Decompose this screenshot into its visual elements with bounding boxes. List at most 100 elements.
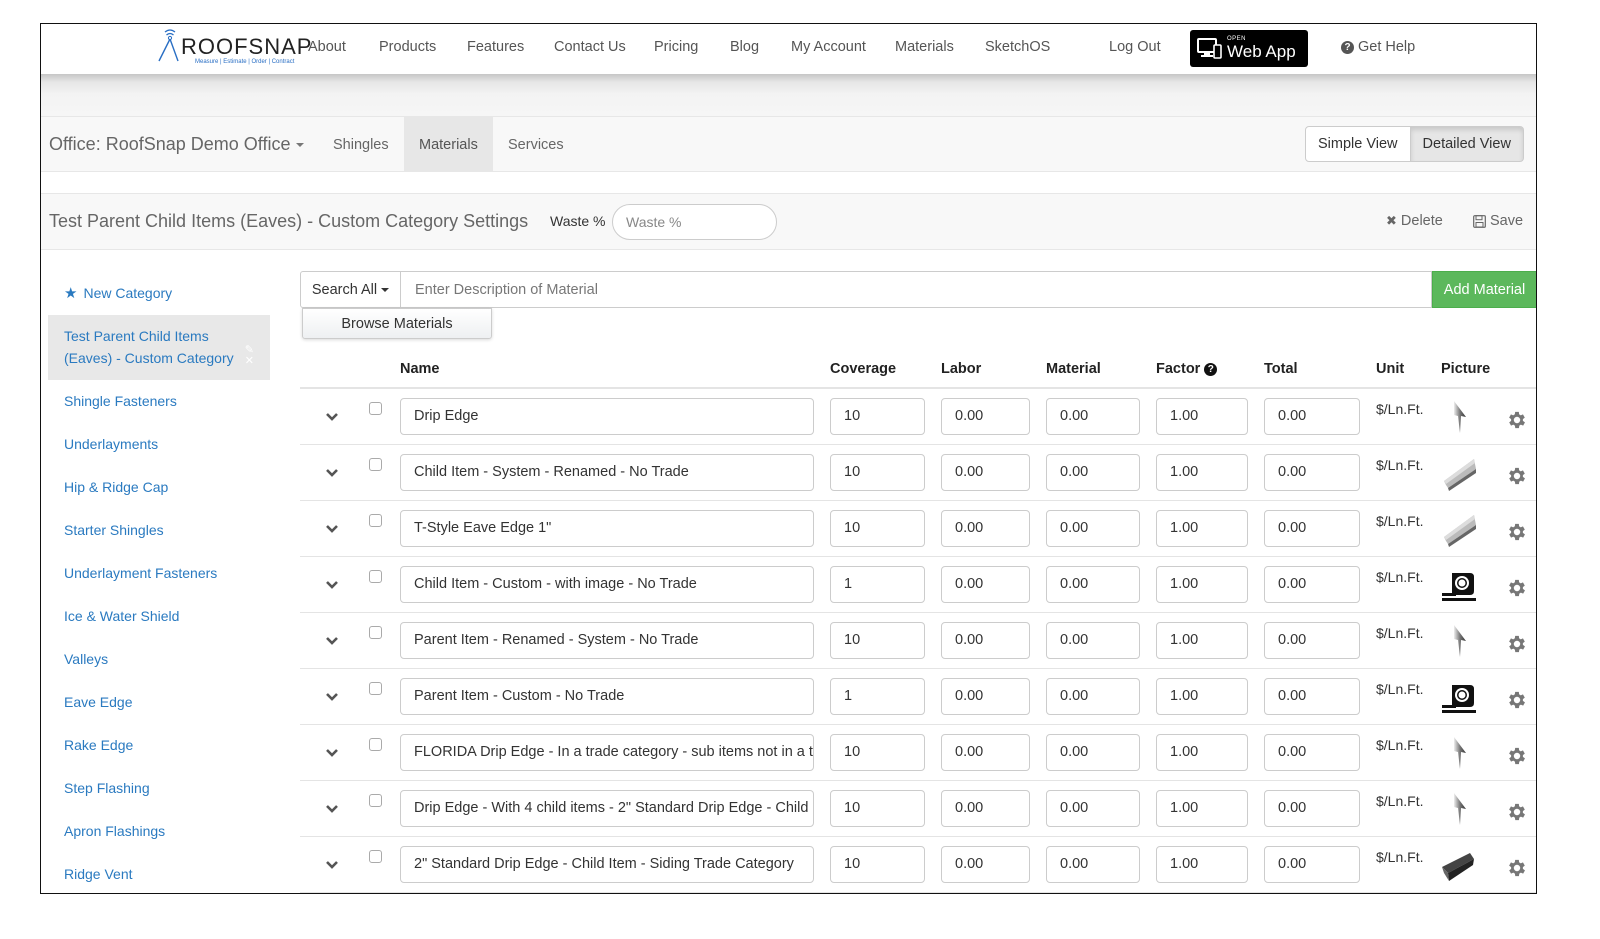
total-field[interactable]: 0.00 — [1264, 510, 1360, 547]
name-field[interactable]: 2" Standard Drip Edge - Child Item - Sid… — [400, 846, 814, 883]
material-picture[interactable] — [1440, 623, 1480, 659]
nav-log-out[interactable]: Log Out — [1109, 39, 1161, 55]
save-button[interactable]: Save — [1473, 213, 1523, 229]
factor-field[interactable]: 1.00 — [1156, 454, 1248, 491]
coverage-field[interactable]: 10 — [830, 510, 925, 547]
nav-contact-us[interactable]: Contact Us — [554, 39, 626, 55]
total-field[interactable]: 0.00 — [1264, 622, 1360, 659]
nav-features[interactable]: Features — [467, 39, 524, 55]
row-checkbox[interactable] — [369, 738, 382, 751]
labor-field[interactable]: 0.00 — [941, 398, 1030, 435]
chevron-down-icon[interactable] — [324, 857, 340, 873]
material-picture[interactable] — [1440, 399, 1480, 435]
gear-icon[interactable] — [1506, 633, 1528, 655]
sidebar-item-eave-edge[interactable]: Eave Edge — [48, 681, 270, 724]
labor-field[interactable]: 0.00 — [941, 734, 1030, 771]
factor-field[interactable]: 1.00 — [1156, 790, 1248, 827]
row-checkbox[interactable] — [369, 794, 382, 807]
coverage-field[interactable]: 10 — [830, 846, 925, 883]
material-field[interactable]: 0.00 — [1046, 454, 1140, 491]
name-field[interactable]: Parent Item - Renamed - System - No Trad… — [400, 622, 814, 659]
material-picture[interactable] — [1440, 791, 1480, 827]
material-field[interactable]: 0.00 — [1046, 846, 1140, 883]
sidebar-item-valleys[interactable]: Valleys — [48, 638, 270, 681]
coverage-field[interactable]: 10 — [830, 622, 925, 659]
coverage-field[interactable]: 1 — [830, 678, 925, 715]
material-picture[interactable] — [1440, 847, 1480, 883]
material-picture[interactable] — [1440, 567, 1480, 603]
material-picture[interactable] — [1440, 735, 1480, 771]
material-description-input[interactable] — [401, 271, 1432, 308]
total-field[interactable]: 0.00 — [1264, 734, 1360, 771]
gear-icon[interactable] — [1506, 577, 1528, 599]
nav-products[interactable]: Products — [379, 39, 436, 55]
chevron-down-icon[interactable] — [324, 409, 340, 425]
row-checkbox[interactable] — [369, 626, 382, 639]
sidebar-item-ridge-vent[interactable]: Ridge Vent — [48, 853, 270, 893]
get-help-link[interactable]: ? Get Help — [1341, 39, 1415, 55]
gear-icon[interactable] — [1506, 745, 1528, 767]
coverage-field[interactable]: 1 — [830, 566, 925, 603]
coverage-field[interactable]: 10 — [830, 790, 925, 827]
coverage-field[interactable]: 10 — [830, 454, 925, 491]
row-checkbox[interactable] — [369, 682, 382, 695]
factor-field[interactable]: 1.00 — [1156, 678, 1248, 715]
delete-button[interactable]: ✖ Delete — [1386, 213, 1443, 229]
total-field[interactable]: 0.00 — [1264, 454, 1360, 491]
material-picture[interactable] — [1440, 679, 1480, 715]
row-checkbox[interactable] — [369, 850, 382, 863]
nav-blog[interactable]: Blog — [730, 39, 759, 55]
gear-icon[interactable] — [1506, 689, 1528, 711]
chevron-down-icon[interactable] — [324, 689, 340, 705]
name-field[interactable]: Child Item - Custom - with image - No Tr… — [400, 566, 814, 603]
chevron-down-icon[interactable] — [324, 521, 340, 537]
material-picture[interactable] — [1440, 455, 1480, 491]
waste-percent-input[interactable] — [612, 204, 777, 240]
sidebar-item-starter-shingles[interactable]: Starter Shingles — [48, 509, 270, 552]
nav-pricing[interactable]: Pricing — [654, 39, 698, 55]
office-dropdown[interactable]: Office: RoofSnap Demo Office — [49, 134, 305, 155]
detailed-view-button[interactable]: Detailed View — [1410, 126, 1524, 162]
labor-field[interactable]: 0.00 — [941, 510, 1030, 547]
roofsnap-logo[interactable]: ROOFSNAP Measure | Estimate | Order | Co… — [157, 28, 311, 68]
material-field[interactable]: 0.00 — [1046, 510, 1140, 547]
material-field[interactable]: 0.00 — [1046, 678, 1140, 715]
coverage-field[interactable]: 10 — [830, 734, 925, 771]
simple-view-button[interactable]: Simple View — [1305, 126, 1411, 162]
search-scope-dropdown[interactable]: Search All — [300, 271, 401, 308]
factor-field[interactable]: 1.00 — [1156, 734, 1248, 771]
labor-field[interactable]: 0.00 — [941, 566, 1030, 603]
row-checkbox[interactable] — [369, 514, 382, 527]
tab-services[interactable]: Services — [493, 117, 579, 172]
nav-about[interactable]: About — [308, 39, 346, 55]
factor-field[interactable]: 1.00 — [1156, 846, 1248, 883]
chevron-down-icon[interactable] — [324, 745, 340, 761]
total-field[interactable]: 0.00 — [1264, 398, 1360, 435]
tab-materials[interactable]: Materials — [404, 117, 493, 172]
new-category-link[interactable]: ★ New Category — [48, 272, 270, 315]
factor-field[interactable]: 1.00 — [1156, 566, 1248, 603]
factor-field[interactable]: 1.00 — [1156, 622, 1248, 659]
remove-icon[interactable]: ✕ — [245, 356, 254, 367]
nav-my-account[interactable]: My Account — [791, 39, 866, 55]
sidebar-item-hip-ridge-cap[interactable]: Hip & Ridge Cap — [48, 466, 270, 509]
sidebar-item-step-flashing[interactable]: Step Flashing — [48, 767, 270, 810]
labor-field[interactable]: 0.00 — [941, 678, 1030, 715]
factor-field[interactable]: 1.00 — [1156, 510, 1248, 547]
chevron-down-icon[interactable] — [324, 633, 340, 649]
coverage-field[interactable]: 10 — [830, 398, 925, 435]
total-field[interactable]: 0.00 — [1264, 678, 1360, 715]
gear-icon[interactable] — [1506, 521, 1528, 543]
material-picture[interactable] — [1440, 511, 1480, 547]
material-field[interactable]: 0.00 — [1046, 566, 1140, 603]
name-field[interactable]: Child Item - System - Renamed - No Trade — [400, 454, 814, 491]
name-field[interactable]: FLORIDA Drip Edge - In a trade category … — [400, 734, 814, 771]
open-web-app-button[interactable]: OPEN Web App — [1190, 30, 1308, 67]
name-field[interactable]: Parent Item - Custom - No Trade — [400, 678, 814, 715]
material-field[interactable]: 0.00 — [1046, 734, 1140, 771]
nav-sketchos[interactable]: SketchOS — [985, 39, 1050, 55]
labor-field[interactable]: 0.00 — [941, 622, 1030, 659]
chevron-down-icon[interactable] — [324, 465, 340, 481]
material-field[interactable]: 0.00 — [1046, 398, 1140, 435]
chevron-down-icon[interactable] — [324, 577, 340, 593]
